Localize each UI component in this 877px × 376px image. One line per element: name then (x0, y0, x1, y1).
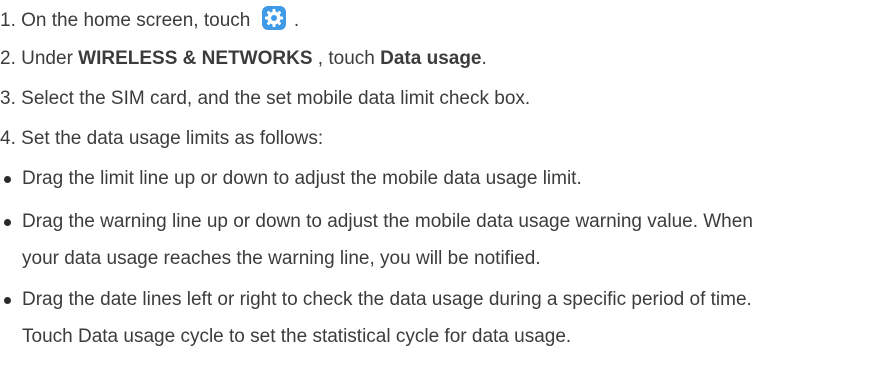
step-text-mid: , touch (317, 48, 375, 69)
menu-item-name: Data usage (380, 48, 482, 69)
step-text: Set the data usage limits as follows: (21, 128, 324, 149)
step-1: 1. On the home screen, touch . (0, 6, 299, 34)
bullet-text-continued: your data usage reaches the warning line… (22, 248, 541, 269)
step-text-end: . (481, 48, 487, 69)
step-text: On the home screen, touch (21, 10, 251, 31)
bullet-text-continued: Touch Data usage cycle to set the statis… (22, 326, 572, 347)
bullet-dot (4, 297, 11, 304)
step-3: 3. Select the SIM card, and the set mobi… (0, 86, 530, 112)
bullet-text: Drag the limit line up or down to adjust… (22, 168, 582, 189)
step-2: 2. Under WIRELESS & NETWORKS , touch Dat… (0, 46, 487, 72)
step-text-end: . (293, 10, 300, 31)
bullet-text: Drag the warning line up or down to adju… (22, 211, 753, 232)
step-text: Select the SIM card, and the set mobile … (21, 88, 531, 109)
bullet-dot (4, 219, 11, 226)
menu-section-name: WIRELESS & NETWORKS (78, 48, 313, 69)
step-number: 4. (0, 128, 16, 149)
step-4: 4. Set the data usage limits as follows: (0, 126, 323, 152)
bullet-text: Drag the date lines left or right to che… (22, 289, 752, 310)
step-number: 1. (0, 10, 16, 31)
bullet-dot (4, 176, 11, 183)
step-number: 2. (0, 48, 16, 69)
step-number: 3. (0, 88, 16, 109)
settings-gear-icon (261, 6, 286, 30)
instruction-document: 1. On the home screen, touch . 2. Under … (0, 0, 877, 376)
step-text: Under (21, 48, 73, 69)
